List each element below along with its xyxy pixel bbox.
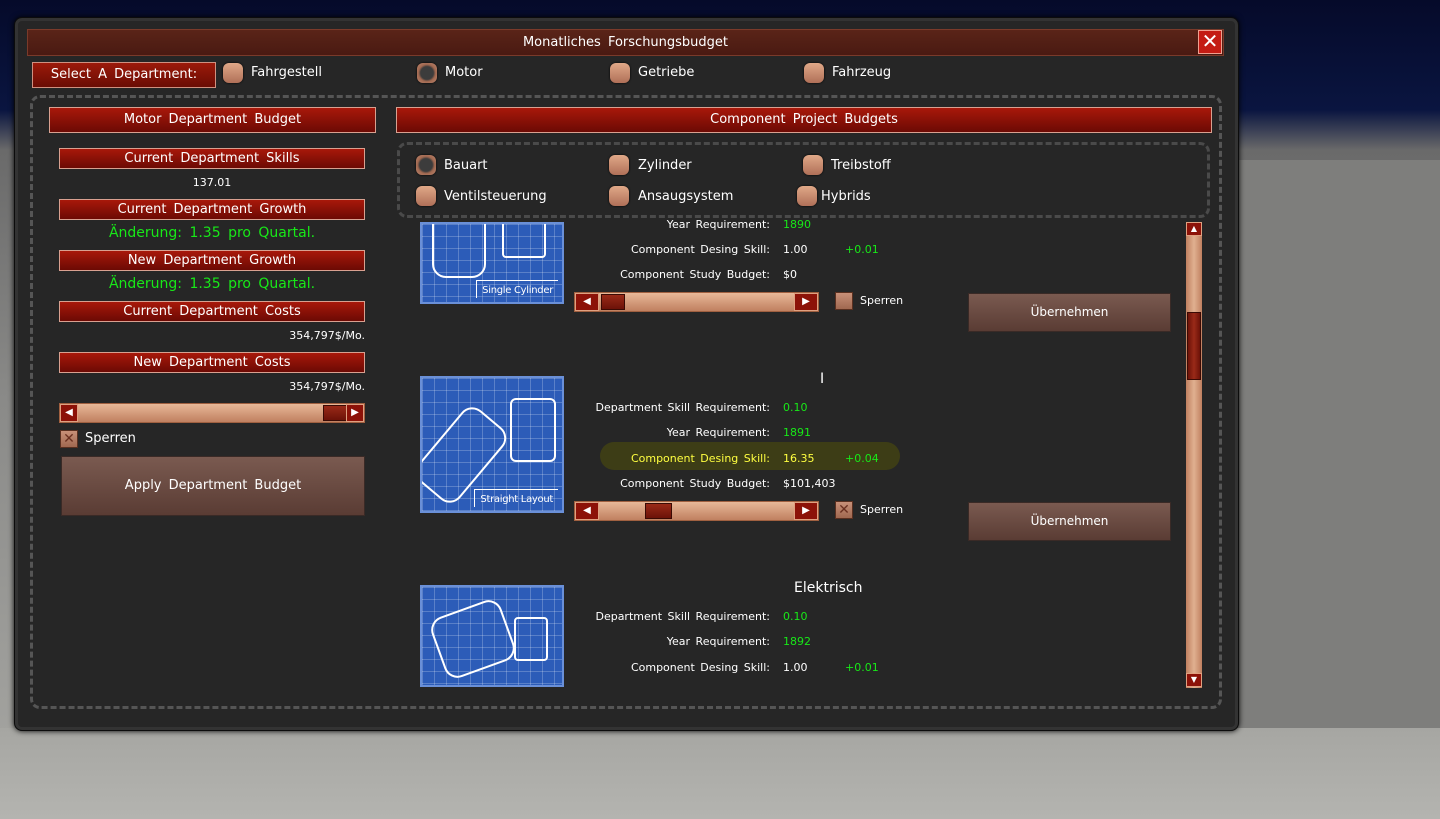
motor-department-budget-header: Motor Department Budget xyxy=(49,107,376,133)
comp3-design-skill-label: Component Desing Skill: xyxy=(630,661,770,674)
slider-left-arrow-icon[interactable]: ◀ xyxy=(60,404,78,422)
comp2-design-skill-label: Component Desing Skill: xyxy=(630,452,770,465)
radio-fahrzeug[interactable] xyxy=(804,63,824,83)
straight-layout-image: Straight Layout xyxy=(420,376,564,513)
comp2-dept-req-value: 0.10 xyxy=(783,401,808,414)
comp2-slider-left-arrow-icon[interactable]: ◀ xyxy=(575,502,599,520)
comp3-design-skill-value: 1.00 xyxy=(783,661,808,674)
new-growth-value: Änderung: 1.35 pro Quartal. xyxy=(108,276,316,292)
comp1-study-budget-label: Component Study Budget: xyxy=(620,268,770,281)
comp1-design-skill-value: 1.00 xyxy=(783,243,808,256)
comp2-lock-label: Sperren xyxy=(860,503,904,516)
comp2-study-budget-value: $101,403 xyxy=(783,477,836,490)
radio-label-motor: Motor xyxy=(445,65,483,80)
comp1-year-req-value: 1890 xyxy=(783,218,811,231)
comp3-year-req-value: 1892 xyxy=(783,635,811,648)
window-title: Monatliches Forschungsbudget xyxy=(27,29,1224,56)
new-costs-label: New Department Costs xyxy=(59,352,365,373)
vertical-scrollbar[interactable] xyxy=(1186,222,1202,688)
comp2-slider-right-arrow-icon[interactable]: ▶ xyxy=(794,502,818,520)
comp2-year-req-label: Year Requirement: xyxy=(666,426,770,439)
comp2-title: I xyxy=(820,371,825,387)
comp2-dept-req-label: Department Skill Requirement: xyxy=(595,401,770,414)
slider-right-arrow-icon[interactable]: ▶ xyxy=(346,404,364,422)
elektrisch-image xyxy=(420,585,564,687)
current-skills-value: 137.01 xyxy=(192,176,232,189)
current-skills-label: Current Department Skills xyxy=(59,148,365,169)
comp1-study-budget-value: $0 xyxy=(783,268,797,281)
comp1-year-req-label: Year Requirement: xyxy=(666,218,770,231)
tab-ansaugsystem-label: Ansaugsystem xyxy=(638,189,734,204)
comp1-design-skill-label: Component Desing Skill: xyxy=(630,243,770,256)
scroll-up-arrow-icon[interactable]: ▲ xyxy=(1186,222,1202,236)
current-costs-label: Current Department Costs xyxy=(59,301,365,322)
lock-label: Sperren xyxy=(85,431,136,446)
comp2-lock-checkbox[interactable]: ✕ xyxy=(835,501,853,519)
current-growth-value: Änderung: 1.35 pro Quartal. xyxy=(108,225,316,241)
comp3-design-skill-delta: +0.01 xyxy=(845,661,879,674)
comp1-lock-label: Sperren xyxy=(860,294,904,307)
tab-bauart-radio[interactable] xyxy=(416,155,436,175)
comp1-lock-checkbox[interactable] xyxy=(835,292,853,310)
comp1-design-skill-delta: +0.01 xyxy=(845,243,879,256)
comp3-dept-req-label: Department Skill Requirement: xyxy=(595,610,770,623)
comp1-slider-left-arrow-icon[interactable]: ◀ xyxy=(575,293,599,311)
radio-label-fahrzeug: Fahrzeug xyxy=(832,65,892,80)
select-department-label: Select A Department: xyxy=(32,62,216,88)
tab-ventilsteuerung-label: Ventilsteuerung xyxy=(444,189,547,204)
comp1-apply-button[interactable]: Übernehmen xyxy=(968,293,1171,332)
radio-fahrgestell[interactable] xyxy=(223,63,243,83)
tab-ventilsteuerung-radio[interactable] xyxy=(416,186,436,206)
radio-label-fahrgestell: Fahrgestell xyxy=(251,65,322,80)
department-budget-slider[interactable]: ◀ ▶ xyxy=(59,403,365,423)
comp1-slider-right-arrow-icon[interactable]: ▶ xyxy=(794,293,818,311)
comp2-slider-thumb[interactable] xyxy=(645,503,672,519)
background-floor xyxy=(0,728,1440,819)
comp1-budget-slider[interactable]: ◀ ▶ xyxy=(574,292,819,312)
tab-hybrids-label: Hybrids xyxy=(821,189,871,204)
comp3-year-req-label: Year Requirement: xyxy=(666,635,770,648)
single-cylinder-image: Single Cylinder xyxy=(420,222,564,304)
tab-treibstoff-radio[interactable] xyxy=(803,155,823,175)
tab-ansaugsystem-radio[interactable] xyxy=(609,186,629,206)
scroll-down-arrow-icon[interactable]: ▼ xyxy=(1186,673,1202,687)
single-cylinder-caption: Single Cylinder xyxy=(476,280,558,298)
slider-thumb[interactable] xyxy=(323,405,347,421)
tab-treibstoff-label: Treibstoff xyxy=(831,158,891,173)
current-growth-label: Current Department Growth xyxy=(59,199,365,220)
comp2-apply-button[interactable]: Übernehmen xyxy=(968,502,1171,541)
comp3-dept-req-value: 0.10 xyxy=(783,610,808,623)
straight-layout-caption: Straight Layout xyxy=(474,489,558,507)
comp3-title: Elektrisch xyxy=(794,580,863,596)
comp2-budget-slider[interactable]: ◀ ▶ xyxy=(574,501,819,521)
comp2-year-req-value: 1891 xyxy=(783,426,811,439)
radio-getriebe[interactable] xyxy=(610,63,630,83)
new-costs-value: 354,797$/Mo. xyxy=(289,380,365,393)
radio-motor[interactable] xyxy=(417,63,437,83)
apply-department-budget-button[interactable]: Apply Department Budget xyxy=(61,456,365,516)
new-growth-label: New Department Growth xyxy=(59,250,365,271)
lock-checkbox[interactable]: ✕ xyxy=(60,430,78,448)
comp2-design-skill-delta: +0.04 xyxy=(845,452,879,465)
current-costs-value: 354,797$/Mo. xyxy=(289,329,365,342)
tab-hybrids-radio[interactable] xyxy=(797,186,817,206)
comp2-design-skill-value: 16.35 xyxy=(783,452,815,465)
tab-zylinder-label: Zylinder xyxy=(638,158,692,173)
tab-bauart-label: Bauart xyxy=(444,158,488,173)
radio-label-getriebe: Getriebe xyxy=(638,65,695,80)
close-icon[interactable]: ✕ xyxy=(1198,30,1222,54)
tab-zylinder-radio[interactable] xyxy=(609,155,629,175)
component-project-budgets-header: Component Project Budgets xyxy=(396,107,1212,133)
comp2-study-budget-label: Component Study Budget: xyxy=(620,477,770,490)
comp1-slider-thumb[interactable] xyxy=(601,294,625,310)
background-wall xyxy=(1230,160,1440,730)
scrollbar-thumb[interactable] xyxy=(1187,312,1201,380)
